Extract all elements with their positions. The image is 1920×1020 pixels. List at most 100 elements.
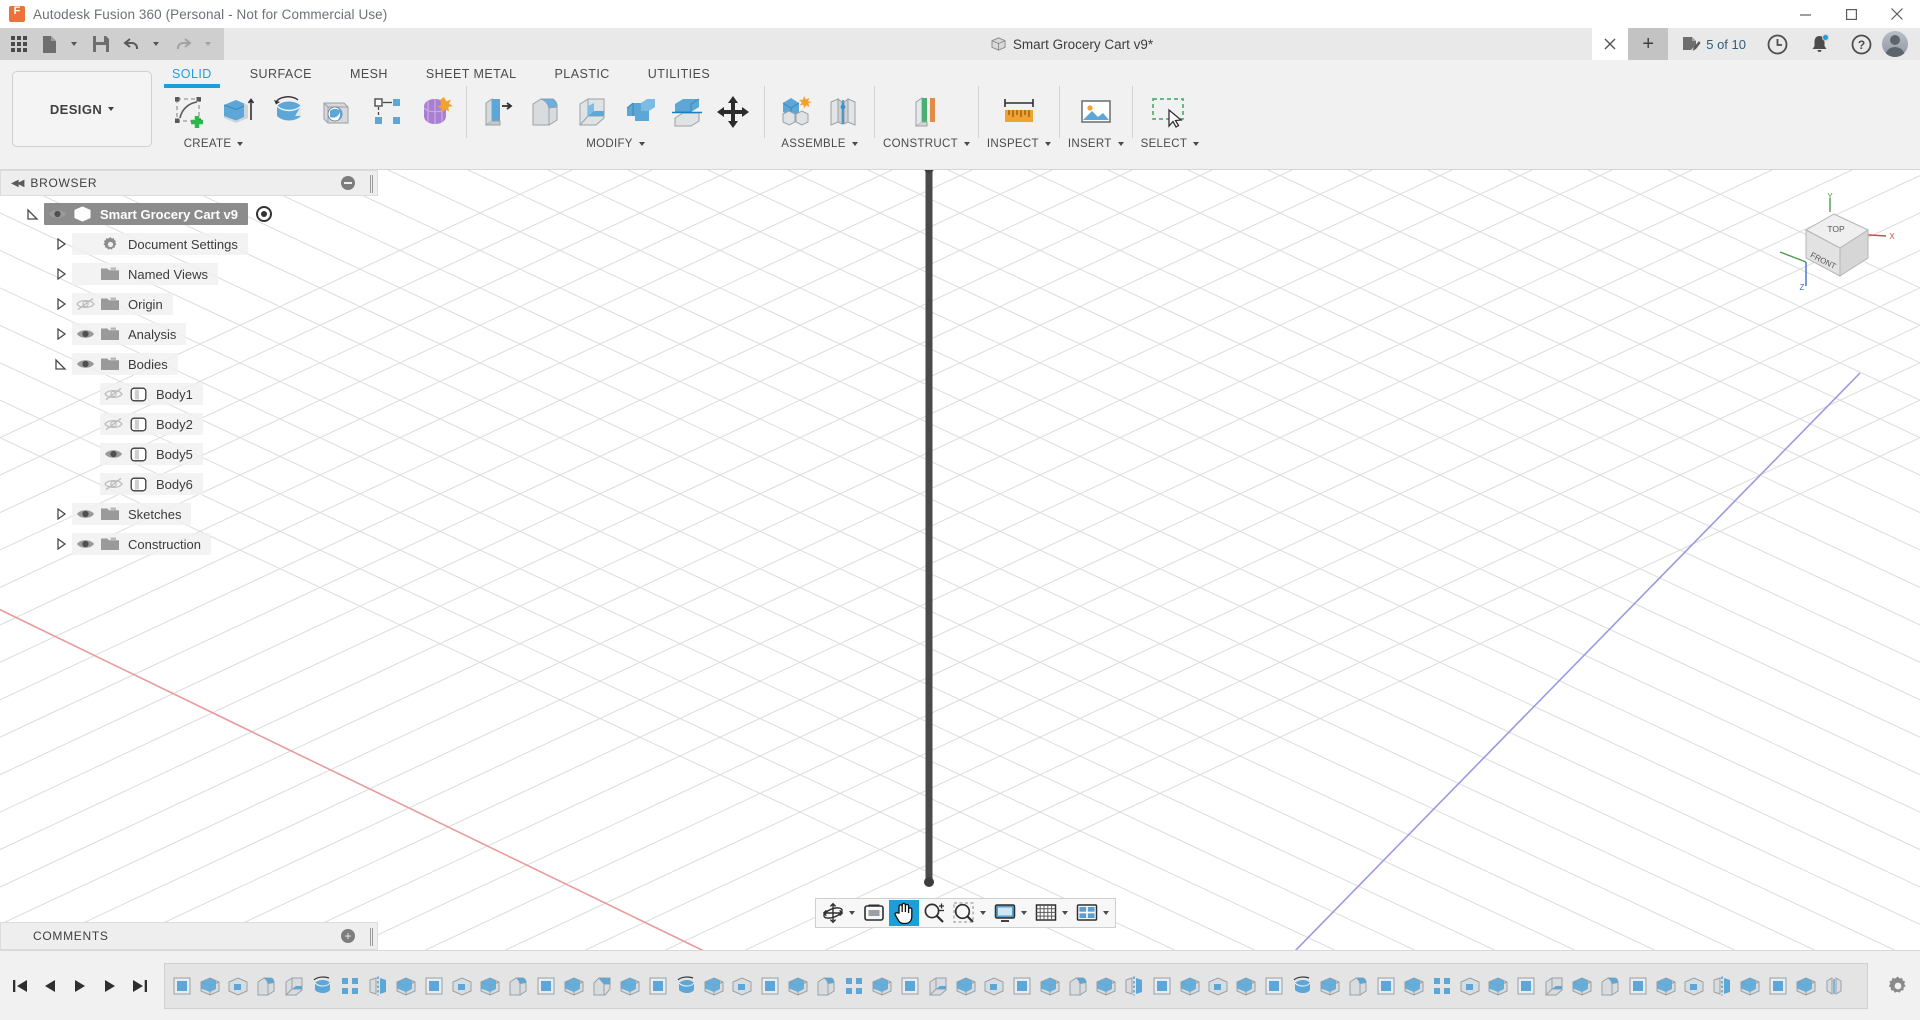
timeline-feature[interactable] bbox=[645, 973, 671, 999]
timeline-feature[interactable] bbox=[1737, 973, 1763, 999]
timeline-feature[interactable] bbox=[1429, 973, 1455, 999]
viewport-canvas[interactable]: ◀◀ BROWSER Smart Grocery Cart v9Document… bbox=[0, 170, 1920, 950]
new-tab-button[interactable]: + bbox=[1628, 28, 1668, 60]
chevron-down-icon[interactable] bbox=[980, 911, 986, 915]
new-document-dropdown[interactable] bbox=[64, 29, 86, 59]
browser-item[interactable]: Body6 bbox=[100, 473, 203, 495]
panel-inspect-label[interactable]: INSPECT bbox=[987, 138, 1051, 150]
browser-tree-row[interactable]: Document Settings bbox=[0, 229, 378, 259]
timeline-feature[interactable] bbox=[1793, 973, 1819, 999]
timeline-feature[interactable] bbox=[617, 973, 643, 999]
eye-visible-icon[interactable] bbox=[100, 447, 126, 461]
timeline-feature[interactable] bbox=[869, 973, 895, 999]
timeline-feature[interactable] bbox=[1625, 973, 1651, 999]
browser-item[interactable]: Bodies bbox=[72, 353, 178, 375]
expand-arrow-expanded-icon[interactable] bbox=[50, 358, 72, 370]
timeline-feature[interactable] bbox=[1009, 973, 1035, 999]
timeline-feature[interactable] bbox=[1261, 973, 1287, 999]
timeline-feature[interactable] bbox=[757, 973, 783, 999]
timeline-feature[interactable] bbox=[673, 973, 699, 999]
browser-tree-row[interactable]: Construction bbox=[0, 529, 378, 559]
undo-icon[interactable] bbox=[116, 29, 146, 59]
timeline-feature[interactable] bbox=[1653, 973, 1679, 999]
timeline-feature[interactable] bbox=[1765, 973, 1791, 999]
chevron-down-icon[interactable] bbox=[1021, 911, 1027, 915]
expand-arrow-collapsed-icon[interactable] bbox=[50, 538, 72, 550]
timeline-feature[interactable] bbox=[1513, 973, 1539, 999]
timeline-feature[interactable] bbox=[1569, 973, 1595, 999]
display-settings-button[interactable] bbox=[990, 900, 1020, 926]
move-copy-button[interactable] bbox=[710, 86, 756, 138]
browser-item[interactable]: Analysis bbox=[72, 323, 186, 345]
timeline-feature[interactable] bbox=[785, 973, 811, 999]
timeline-feature[interactable] bbox=[1205, 973, 1231, 999]
browser-item[interactable]: Named Views bbox=[72, 263, 218, 285]
browser-item[interactable]: Smart Grocery Cart v9 bbox=[44, 203, 248, 225]
chevron-down-icon[interactable] bbox=[849, 911, 855, 915]
timeline-feature[interactable] bbox=[197, 973, 223, 999]
eye-hidden-icon[interactable] bbox=[100, 417, 126, 431]
panel-select-label[interactable]: SELECT bbox=[1141, 138, 1200, 150]
chevron-down-icon[interactable] bbox=[1103, 911, 1109, 915]
timeline-feature[interactable] bbox=[1541, 973, 1567, 999]
panel-resize-grip[interactable] bbox=[370, 175, 373, 193]
eye-visible-icon[interactable] bbox=[72, 507, 98, 521]
eye-hidden-icon[interactable] bbox=[72, 297, 98, 311]
panel-insert-label[interactable]: INSERT bbox=[1068, 138, 1124, 150]
browser-tree-row[interactable]: Sketches bbox=[0, 499, 378, 529]
expand-arrow-collapsed-icon[interactable] bbox=[50, 328, 72, 340]
browser-tree-row[interactable]: Bodies bbox=[0, 349, 378, 379]
history-clock-icon[interactable] bbox=[1756, 28, 1798, 60]
press-pull-button[interactable] bbox=[475, 86, 521, 138]
pattern-button[interactable] bbox=[365, 86, 411, 138]
timeline-feature[interactable] bbox=[337, 973, 363, 999]
ribbon-tab-surface[interactable]: SURFACE bbox=[250, 67, 312, 84]
browser-item[interactable]: Body2 bbox=[100, 413, 203, 435]
new-document-icon[interactable] bbox=[34, 29, 64, 59]
show-all-grid-icon[interactable] bbox=[4, 29, 34, 59]
timeline-feature[interactable] bbox=[1121, 973, 1147, 999]
browser-tree-row[interactable]: Analysis bbox=[0, 319, 378, 349]
timeline-feature[interactable] bbox=[393, 973, 419, 999]
select-tool-button[interactable] bbox=[1147, 86, 1193, 138]
timeline-feature[interactable] bbox=[1093, 973, 1119, 999]
timeline-feature[interactable] bbox=[1317, 973, 1343, 999]
timeline-feature[interactable] bbox=[1373, 973, 1399, 999]
save-icon[interactable] bbox=[86, 29, 116, 59]
timeline-feature[interactable] bbox=[1149, 973, 1175, 999]
timeline-feature[interactable] bbox=[981, 973, 1007, 999]
zoom-button[interactable] bbox=[919, 900, 949, 926]
timeline-feature[interactable] bbox=[1457, 973, 1483, 999]
redo-dropdown[interactable] bbox=[198, 29, 220, 59]
timeline-feature[interactable] bbox=[1177, 973, 1203, 999]
activate-component-radio[interactable] bbox=[256, 206, 272, 222]
timeline-feature[interactable] bbox=[925, 973, 951, 999]
step-back-icon[interactable] bbox=[36, 969, 64, 1003]
panel-modify-label[interactable]: MODIFY bbox=[586, 138, 645, 150]
view-cube[interactable]: Y X Z TOP FRONT bbox=[1768, 190, 1898, 300]
eye-hidden-icon[interactable] bbox=[100, 477, 126, 491]
panel-create-label[interactable]: CREATE bbox=[184, 138, 244, 150]
browser-item[interactable]: Body5 bbox=[100, 443, 203, 465]
redo-icon[interactable] bbox=[168, 29, 198, 59]
eye-visible-icon[interactable] bbox=[44, 207, 70, 221]
ribbon-tab-sheet-metal[interactable]: SHEET METAL bbox=[426, 67, 517, 84]
add-comment-button[interactable]: + bbox=[341, 929, 355, 943]
user-avatar[interactable] bbox=[1882, 31, 1908, 57]
expand-arrow-collapsed-icon[interactable] bbox=[50, 268, 72, 280]
joint-button[interactable] bbox=[820, 86, 866, 138]
eye-hidden-icon[interactable] bbox=[100, 387, 126, 401]
timeline-feature[interactable] bbox=[897, 973, 923, 999]
undo-dropdown[interactable] bbox=[146, 29, 168, 59]
combine-button[interactable] bbox=[616, 86, 662, 138]
jump-end-icon[interactable] bbox=[126, 969, 154, 1003]
new-component-button[interactable] bbox=[773, 86, 819, 138]
browser-item[interactable]: Body1 bbox=[100, 383, 203, 405]
insert-image-button[interactable] bbox=[1073, 86, 1119, 138]
tab-close-button[interactable] bbox=[1592, 28, 1628, 60]
extrude-button[interactable] bbox=[214, 86, 260, 138]
timeline-feature[interactable] bbox=[1401, 973, 1427, 999]
timeline-feature[interactable] bbox=[1821, 973, 1847, 999]
collapse-left-icon[interactable]: ◀◀ bbox=[1, 178, 30, 189]
timeline-feature[interactable] bbox=[1709, 973, 1735, 999]
